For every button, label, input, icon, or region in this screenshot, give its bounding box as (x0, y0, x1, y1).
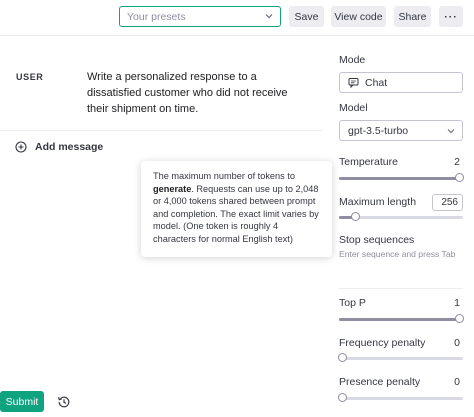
temperature-label: Temperature (339, 156, 398, 168)
temperature-slider[interactable] (339, 173, 464, 182)
message-role-label[interactable]: USER (16, 72, 43, 82)
max-length-label: Maximum length (339, 196, 417, 208)
chat-bubble-icon (348, 78, 359, 88)
max-length-slider-thumb[interactable] (351, 212, 360, 221)
history-icon[interactable] (57, 395, 71, 409)
frequency-penalty-value: 0 (454, 337, 460, 349)
tooltip-text-before: The maximum number of tokens to (153, 171, 295, 181)
chevron-down-icon (447, 129, 455, 134)
message-divider (0, 130, 323, 131)
top-p-slider[interactable] (339, 314, 464, 323)
temperature-value: 2 (454, 156, 460, 168)
presence-penalty-slider-thumb[interactable] (338, 393, 347, 402)
max-length-input[interactable]: 256 (432, 194, 463, 211)
top-p-slider-fill (339, 318, 463, 321)
chevron-down-icon (265, 14, 273, 19)
max-length-slider[interactable] (339, 212, 463, 221)
frequency-penalty-slider[interactable] (338, 353, 463, 362)
mode-select[interactable]: Chat (339, 72, 463, 93)
add-message-label: Add message (35, 141, 104, 153)
temperature-slider-fill (339, 177, 463, 180)
stop-sequences-label: Stop sequences (339, 234, 415, 246)
submit-button[interactable]: Submit (0, 391, 44, 412)
top-p-label: Top P (339, 297, 366, 309)
mode-value: Chat (365, 76, 388, 89)
model-value: gpt-3.5-turbo (348, 125, 409, 137)
model-label: Model (339, 102, 368, 114)
plus-circle-icon (15, 141, 27, 153)
presets-select[interactable]: Your presets (119, 6, 281, 27)
presence-penalty-label: Presence penalty (339, 376, 421, 388)
stop-sequences-input[interactable]: Enter sequence and press Tab (339, 249, 463, 289)
mode-label: Mode (339, 54, 366, 66)
message-text[interactable]: Write a personalized response to a dissa… (87, 69, 302, 117)
presence-penalty-slider[interactable] (338, 393, 463, 402)
top-p-value: 1 (454, 297, 460, 309)
presence-penalty-value: 0 (454, 376, 460, 388)
save-button[interactable]: Save (289, 6, 324, 27)
max-length-tooltip: The maximum number of tokens to generate… (141, 161, 332, 257)
tooltip-bold-word: generate (153, 183, 192, 194)
stop-sequences-placeholder: Enter sequence and press Tab (339, 249, 456, 259)
temperature-slider-thumb[interactable] (455, 173, 464, 182)
top-p-slider-thumb[interactable] (455, 314, 464, 323)
frequency-penalty-label: Frequency penalty (339, 337, 426, 349)
frequency-penalty-slider-thumb[interactable] (338, 353, 347, 362)
more-options-button[interactable]: ··· (439, 6, 463, 27)
model-select[interactable]: gpt-3.5-turbo (339, 120, 463, 141)
top-bar: Your presets Save View code Share ··· (0, 0, 474, 36)
share-button[interactable]: Share (394, 6, 431, 27)
add-message-button[interactable]: Add message (15, 141, 103, 153)
presets-placeholder: Your presets (127, 11, 186, 23)
view-code-button[interactable]: View code (331, 6, 386, 27)
